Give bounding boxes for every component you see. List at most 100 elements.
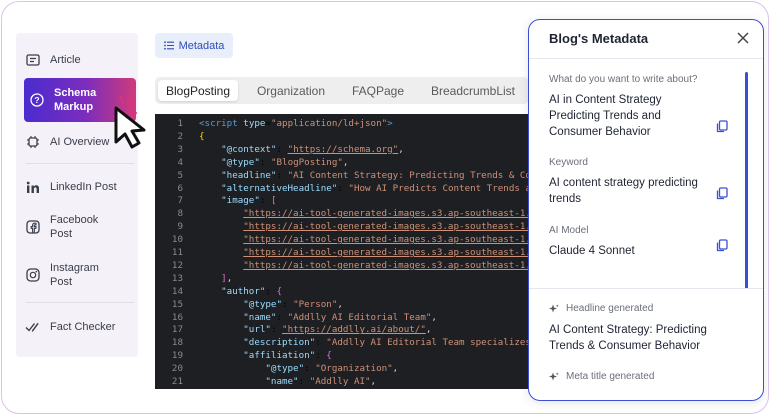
tab-organization[interactable]: Organization	[247, 80, 335, 101]
field-value: AI in Content Strategy Predicting Trends…	[549, 94, 662, 138]
tab-breadcrumblist[interactable]: BreadcrumbList	[421, 80, 525, 101]
line-number: 4	[177, 156, 183, 168]
line-number: 8	[177, 208, 183, 220]
code-line: 5 "headline": "AI Content Strategy: Pred…	[155, 169, 529, 182]
code-text: "image": [	[221, 195, 277, 207]
code-text: "https://ai-tool-generated-images.s3.ap-…	[243, 221, 529, 233]
code-text: "@type": "Organization",	[265, 363, 399, 375]
metadata-button[interactable]: Metadata	[155, 33, 233, 58]
divider	[529, 58, 763, 59]
code-line: 2{	[155, 130, 529, 143]
sidebar-item-linkedin-post[interactable]: LinkedIn Post	[24, 178, 136, 196]
facebook-icon	[24, 218, 42, 236]
code-text: "alternativeHeadline": "How AI Predicts …	[221, 182, 529, 194]
line-number: 17	[171, 324, 183, 336]
sidebar-item-label: Instagram Post	[50, 262, 99, 288]
code-text: "@context": "https://schema.org",	[221, 143, 404, 155]
sidebar-item-label: AI Overview	[50, 136, 110, 148]
line-number: 6	[177, 182, 183, 194]
line-number: 10	[171, 234, 183, 246]
code-line: 12 "https://ai-tool-generated-images.s3.…	[155, 259, 529, 272]
code-line: 16 "name": "Addlly AI Editorial Team",	[155, 311, 529, 324]
sparkle-icon	[549, 304, 559, 312]
divider	[26, 163, 134, 164]
list-icon	[163, 41, 174, 50]
sidebar-item-article[interactable]: Article	[24, 51, 136, 69]
line-number: 11	[171, 247, 183, 258]
mouse-cursor-icon	[114, 95, 146, 149]
code-line: 14 "author": {	[155, 285, 529, 298]
svg-text:?: ?	[34, 95, 39, 105]
check-double-icon	[24, 318, 42, 336]
generated-value: AI Content Strategy: Predicting Trends &…	[549, 324, 707, 352]
line-number: 5	[177, 169, 183, 181]
tab-blogposting[interactable]: BlogPosting	[158, 80, 238, 101]
field-value: AI content strategy predicting trends	[549, 177, 698, 205]
line-number: 9	[177, 221, 183, 233]
code-text: {	[199, 130, 205, 142]
code-line: 18 "description": "Addlly AI Editorial T…	[155, 336, 529, 349]
tab-faqpage[interactable]: FAQPage	[343, 80, 413, 101]
code-line: 10 "https://ai-tool-generated-images.s3.…	[155, 233, 529, 246]
code-line: 9 "https://ai-tool-generated-images.s3.a…	[155, 220, 529, 233]
code-text: "name": "Addlly AI Editorial Team",	[243, 311, 437, 323]
copy-icon[interactable]	[716, 239, 728, 252]
code-text: ],	[221, 272, 233, 284]
code-line: 4 "@type": "BlogPosting",	[155, 156, 529, 169]
line-number: 21	[171, 376, 183, 387]
sparkle-icon	[549, 372, 559, 380]
article-icon	[24, 51, 42, 69]
sidebar-item-facebook-post[interactable]: Facebook Post	[24, 212, 136, 242]
code-text: "author": {	[221, 285, 283, 297]
code-line: 21 "name": "Addlly AI",	[155, 375, 529, 388]
copy-icon[interactable]	[716, 187, 728, 200]
scrollbar[interactable]	[745, 72, 748, 289]
line-number: 13	[171, 272, 183, 284]
code-text: <script type="application/ld+json">	[199, 118, 393, 129]
blog-metadata-panel: Blog's Metadata What do you want to writ…	[528, 19, 764, 401]
sidebar-item-label: Article	[50, 54, 81, 66]
line-number: 16	[171, 311, 183, 323]
code-text: "https://ai-tool-generated-images.s3.ap-…	[243, 247, 529, 258]
code-editor[interactable]: 1 <script type="application/ld+json"> 2{3 …	[155, 114, 529, 389]
code-line: 3 "@context": "https://schema.org",	[155, 143, 529, 156]
code-text: "https://ai-tool-generated-images.s3.ap-…	[243, 259, 529, 271]
line-number: 18	[171, 337, 183, 349]
line-number: 7	[177, 195, 183, 207]
field-value: Claude 4 Sonnet	[549, 245, 635, 257]
code-text: "url": "https://addlly.ai/about/",	[243, 324, 432, 336]
question-circle-icon: ?	[28, 91, 46, 109]
code-text: "@type": "BlogPosting",	[221, 156, 349, 168]
code-text: "https://ai-tool-generated-images.s3.ap-…	[243, 234, 529, 246]
code-text: "affiliation": {	[243, 350, 332, 362]
line-number: 19	[171, 350, 183, 362]
sidebar-item-label: LinkedIn Post	[50, 181, 117, 193]
field-label: AI Model	[549, 225, 589, 236]
divider	[26, 302, 134, 303]
code-text: "@type": "Person",	[243, 298, 343, 310]
code-line: 8 "https://ai-tool-generated-images.s3.a…	[155, 207, 529, 220]
generated-label: Meta title generated	[549, 371, 654, 382]
copy-icon[interactable]	[716, 120, 728, 133]
code-text: "name": "Addlly AI",	[265, 376, 377, 387]
line-number: 15	[171, 298, 183, 310]
line-number: 20	[171, 363, 183, 375]
code-text: "description": "Addlly AI Editorial Team…	[243, 337, 529, 349]
divider	[529, 288, 763, 289]
schema-tabs: BlogPosting Organization FAQPage Breadcr…	[155, 77, 529, 104]
code-line: 7 "image": [	[155, 194, 529, 207]
instagram-icon	[24, 266, 42, 284]
linkedin-icon	[24, 178, 42, 196]
sidebar-item-label: Fact Checker	[50, 321, 116, 333]
line-number: 14	[171, 285, 183, 297]
metadata-button-label: Metadata	[178, 39, 225, 52]
sidebar: Article ? Schema Markup AI Overview Link…	[16, 33, 138, 357]
code-line: 1 <script type="application/ld+json">	[155, 117, 529, 130]
code-line: 13 ],	[155, 272, 529, 285]
sidebar-item-instagram-post[interactable]: Instagram Post	[24, 260, 136, 290]
sidebar-item-fact-checker[interactable]: Fact Checker	[24, 318, 136, 336]
code-text: "headline": "AI Content Strategy: Predic…	[221, 169, 529, 181]
code-line: 6 "alternativeHeadline": "How AI Predict…	[155, 182, 529, 195]
close-icon[interactable]	[736, 31, 750, 45]
code-text: "https://ai-tool-generated-images.s3.ap-…	[243, 208, 529, 220]
